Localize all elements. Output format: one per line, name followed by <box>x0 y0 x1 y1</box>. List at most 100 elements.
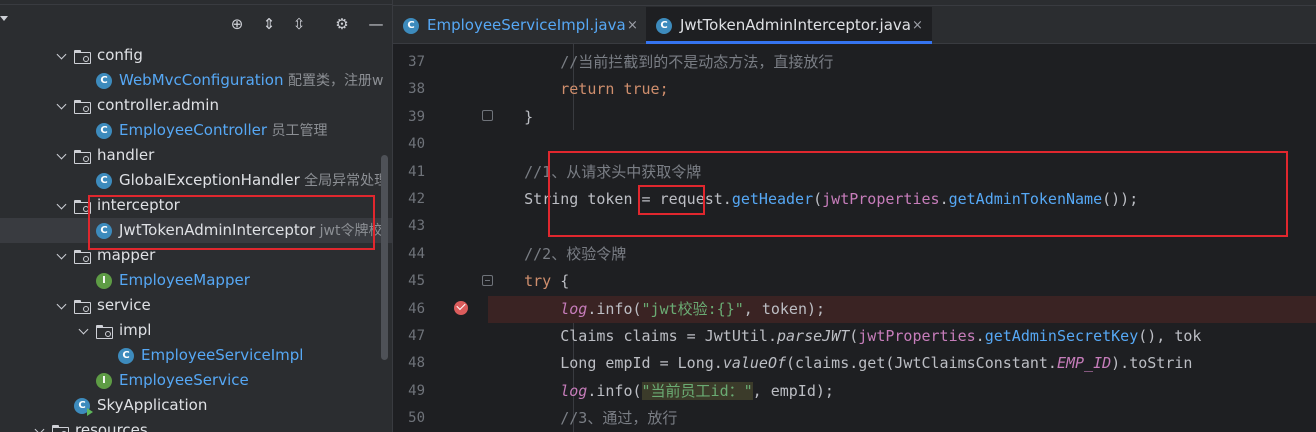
tree-item[interactable]: service <box>0 293 392 318</box>
tree-item[interactable]: I EmployeeMapper <box>0 268 392 293</box>
code-token: log <box>560 381 588 400</box>
tree-item-label: EmployeeMapper <box>119 271 250 289</box>
chevron-down-icon[interactable] <box>56 193 70 218</box>
chevron-down-icon[interactable] <box>34 418 48 432</box>
tree-item[interactable]: handler <box>0 143 392 168</box>
settings-gear-icon[interactable]: ⚙ <box>331 13 353 35</box>
editor-gutter[interactable]: 37 38 39 40 41 42 43 44 45 46 47 48 49 50 <box>393 44 493 432</box>
tab-employee-service-impl[interactable]: C EmployeeServiceImpl.java × <box>393 7 645 44</box>
code-line[interactable]: log.info("当前员工id：", empId); <box>488 378 1316 405</box>
code-token: "当前员工id：" <box>641 381 753 400</box>
code-line[interactable]: //当前拦截到的不是动态方法，直接放行 <box>488 49 1316 76</box>
tree-item-label: config <box>97 46 143 64</box>
tree-item[interactable]: config <box>0 43 392 68</box>
tree-item[interactable]: resources <box>0 418 392 432</box>
package-folder-icon <box>74 100 91 114</box>
code-line[interactable]: //3、通过，放行 <box>488 405 1316 432</box>
tree-item-label: resources <box>75 421 148 432</box>
tree-item[interactable]: C GlobalExceptionHandler 全局异常处理 <box>0 168 392 193</box>
line-number: 43 <box>408 218 425 235</box>
code-line[interactable]: Long empId = Long.valueOf(claims.get(Jwt… <box>488 350 1316 377</box>
java-class-icon: C <box>403 18 419 34</box>
tree-item[interactable]: C SkyApplication <box>0 393 392 418</box>
line-number: 39 <box>408 108 425 125</box>
hide-panel-icon[interactable]: — <box>365 13 387 35</box>
editor-tab-bar: C EmployeeServiceImpl.java × C JwtTokenA… <box>393 0 1316 44</box>
code-token: try <box>524 272 552 291</box>
code-line[interactable]: try { <box>488 268 1316 295</box>
chevron-down-icon[interactable] <box>56 293 70 318</box>
line-number: 47 <box>408 328 425 344</box>
line-number: 45 <box>408 273 425 290</box>
tab-label: EmployeeServiceImpl.java <box>427 16 626 34</box>
tree-item[interactable]: C EmployeeController 员工管理 <box>0 118 392 143</box>
code-line[interactable]: log.info("jwt校验:{}", token); <box>488 295 1316 323</box>
tree-item-label: service <box>97 296 151 314</box>
tree-item[interactable]: C WebMvcConfiguration 配置类，注册w <box>0 68 392 93</box>
java-interface-icon: I <box>96 273 112 289</box>
chevron-down-icon[interactable] <box>56 143 70 168</box>
locate-file-icon[interactable]: ⊕ <box>226 13 248 35</box>
tab-close-icon[interactable]: × <box>912 7 923 44</box>
code-line[interactable]: Claims claims = JwtUtil.parseJWT(jwtProp… <box>488 323 1316 350</box>
project-scrollbar[interactable] <box>381 155 388 360</box>
tree-item-hint: 员工管理 <box>267 123 328 139</box>
tab-jwt-token-admin-interceptor[interactable]: C JwtTokenAdminInterceptor.java × <box>646 7 932 44</box>
tree-item[interactable]: impl <box>0 318 392 343</box>
chevron-down-icon[interactable] <box>56 43 70 68</box>
tree-item-label: EmployeeService <box>119 371 249 389</box>
line-number: 46 <box>408 300 425 317</box>
java-class-icon: C <box>96 123 112 139</box>
chevron-down-icon[interactable] <box>56 93 70 118</box>
spring-app-class-icon: C <box>74 398 93 416</box>
tree-item-label: GlobalExceptionHandler 全局异常处理 <box>119 171 389 189</box>
code-area[interactable]: //当前拦截到的不是动态方法，直接放行 return true; } //1、从… <box>488 44 1316 432</box>
line-number: 49 <box>408 382 425 399</box>
tree-item[interactable]: C EmployeeServiceImpl <box>0 343 392 368</box>
code-line[interactable]: //2、校验令牌 <box>488 241 1316 268</box>
code-token: valueOf <box>722 354 787 373</box>
expand-all-icon[interactable]: ⇕ <box>258 13 280 35</box>
panel-dropdown-caret-icon[interactable] <box>0 16 8 21</box>
package-folder-icon <box>74 150 91 164</box>
tree-item-label: handler <box>97 146 155 164</box>
collapse-all-icon[interactable]: ⇳ <box>288 13 310 35</box>
code-token: Claims claims = JwtUtil. <box>488 327 777 345</box>
code-token: (), tok <box>1138 327 1202 345</box>
tree-item-hint: 配置类，注册w <box>283 73 384 89</box>
breakpoint-icon[interactable] <box>454 301 468 315</box>
tree-item[interactable]: I EmployeeService <box>0 368 392 393</box>
chevron-down-icon[interactable] <box>56 243 70 268</box>
code-token: ( <box>849 327 859 345</box>
package-folder-icon <box>52 425 69 432</box>
code-token: , token); <box>743 299 826 318</box>
chevron-down-icon[interactable] <box>78 318 92 343</box>
code-line[interactable]: } <box>488 104 1316 131</box>
annotation-box-token <box>638 185 705 215</box>
package-folder-icon <box>74 50 91 64</box>
line-number: 41 <box>408 163 425 180</box>
tree-item[interactable]: controller.admin <box>0 93 392 118</box>
code-token: "jwt校验:{}" <box>641 299 744 318</box>
tab-close-icon[interactable]: × <box>627 7 638 44</box>
java-class-icon: C <box>96 173 112 189</box>
java-class-icon: C <box>118 348 134 364</box>
code-token: .info( <box>587 381 642 400</box>
code-token: parseJWT <box>776 327 850 345</box>
tree-item-label: EmployeeController 员工管理 <box>119 121 328 139</box>
code-token: EMP_ID <box>1056 354 1112 373</box>
code-token: log <box>560 299 588 318</box>
tree-item-label: WebMvcConfiguration 配置类，注册w <box>119 71 384 89</box>
package-folder-icon <box>74 300 91 314</box>
package-folder-icon <box>74 250 91 264</box>
tab-label: JwtTokenAdminInterceptor.java <box>680 16 911 34</box>
editor-top-strip <box>393 0 1316 6</box>
code-line[interactable]: return true; <box>488 76 1316 103</box>
tree-item-label: SkyApplication <box>97 396 208 414</box>
code-token: Long empId = Long. <box>488 354 723 373</box>
